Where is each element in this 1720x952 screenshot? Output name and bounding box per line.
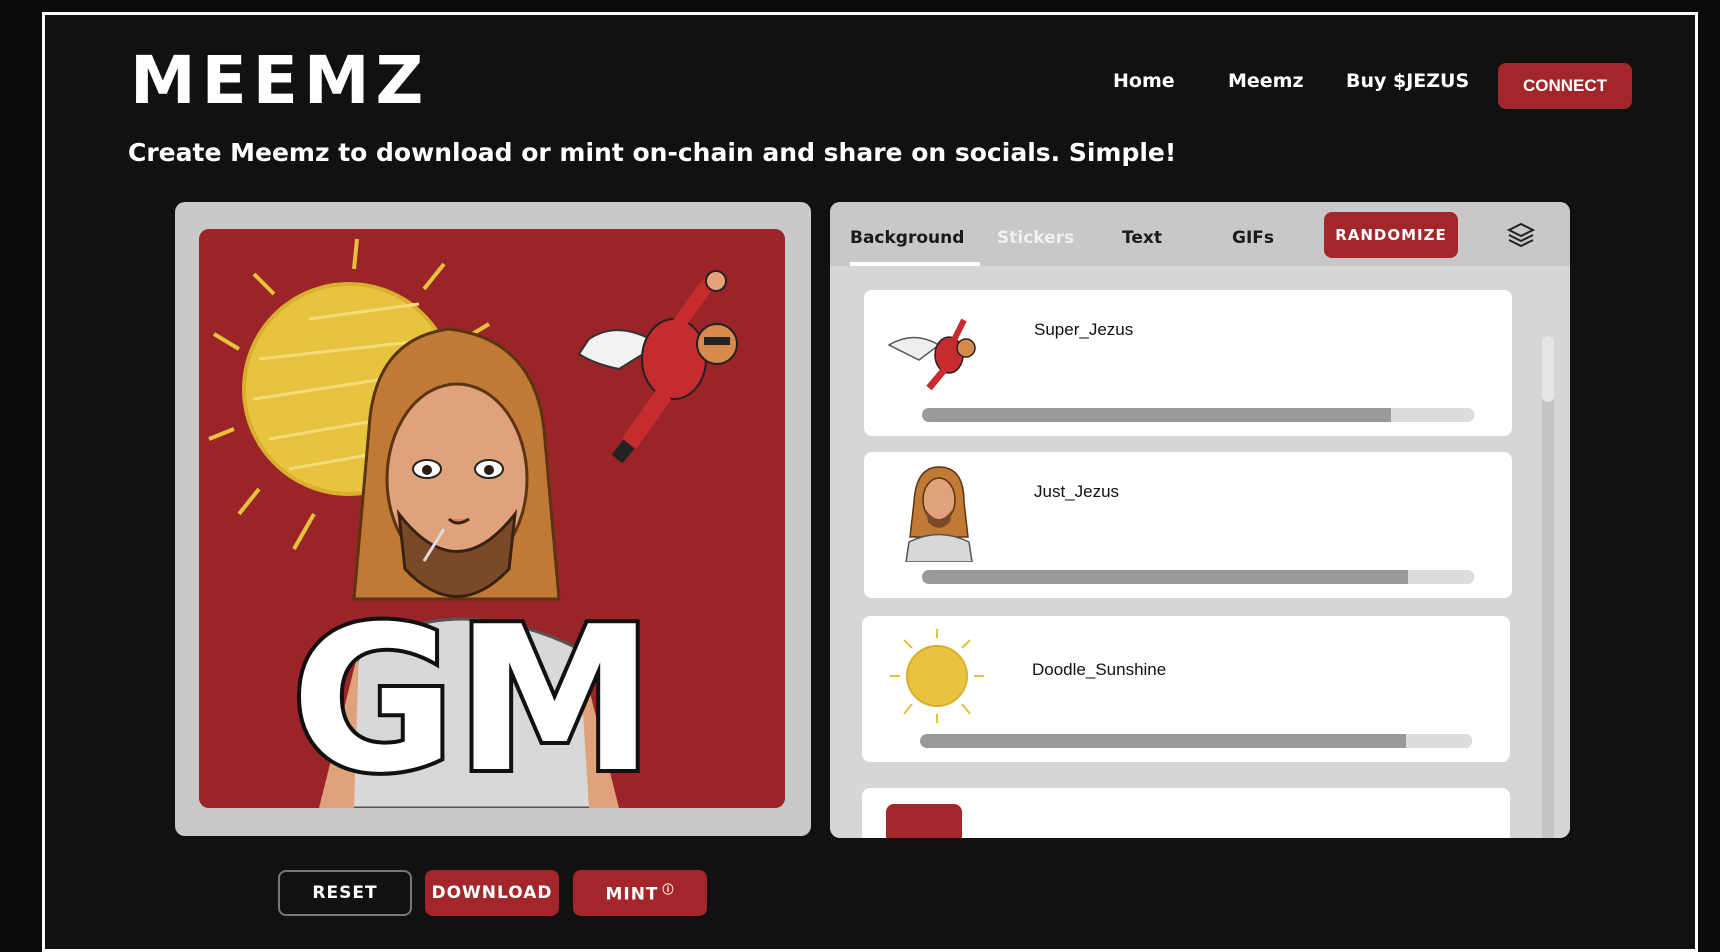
mint-label: MINT [605,884,659,905]
tagline: Create Meemz to download or mint on-chai… [128,138,1177,167]
connect-button[interactable]: CONNECT [1498,63,1632,109]
background-list: Super_Jezus Just_Jezus Doodle_Sunshine [830,266,1570,838]
tab-stickers[interactable]: Stickers [997,228,1074,248]
item-title: Doodle_Sunshine [1032,660,1167,679]
mint-button[interactable]: MINT ⓘ [573,870,707,916]
item-title: Just_Jezus [1034,482,1120,501]
list-scrollbar[interactable] [1542,336,1554,838]
nav-home[interactable]: Home [1113,70,1175,92]
info-icon: ⓘ [662,883,675,897]
color-swatch [886,804,962,838]
logo: MEEMZ [130,42,430,119]
list-item[interactable]: Super_Jezus [864,290,1512,436]
opacity-slider[interactable] [920,734,1472,748]
scrollbar-thumb[interactable] [1542,336,1554,402]
super-jezus-thumbnail [887,318,976,391]
nav-meemz[interactable]: Meemz [1228,70,1304,92]
gm-text: GM [291,584,654,808]
download-button[interactable]: DOWNLOAD [425,870,559,916]
editor-panel: Background Stickers Text GIFs RANDOMIZE … [830,202,1570,838]
slider-remainder [1405,734,1472,748]
nav-buy-jezus[interactable]: Buy $JEZUS [1346,70,1469,92]
layers-icon[interactable] [1506,220,1536,250]
list-item[interactable] [862,788,1510,838]
randomize-button[interactable]: RANDOMIZE [1324,212,1458,258]
tab-gifs[interactable]: GIFs [1232,228,1274,248]
doodle-sunshine-thumbnail [890,629,984,723]
opacity-slider[interactable] [922,408,1474,422]
preview-panel: GM [175,202,811,836]
list-item[interactable]: Doodle_Sunshine [862,616,1510,762]
meme-illustration: GM [208,238,738,808]
tab-background[interactable]: Background [850,228,964,248]
item-title: Super_Jezus [1034,320,1134,339]
slider-remainder [1391,408,1474,422]
just-jezus-thumbnail [905,466,973,562]
opacity-slider[interactable] [922,570,1474,584]
meme-canvas: GM [199,229,785,808]
slider-remainder [1407,570,1474,584]
tab-text[interactable]: Text [1122,228,1162,248]
tab-bar: Background Stickers Text GIFs RANDOMIZE [830,202,1570,266]
reset-button[interactable]: RESET [278,870,412,916]
list-item[interactable]: Just_Jezus [864,452,1512,598]
super-jezus-sticker [577,270,738,464]
